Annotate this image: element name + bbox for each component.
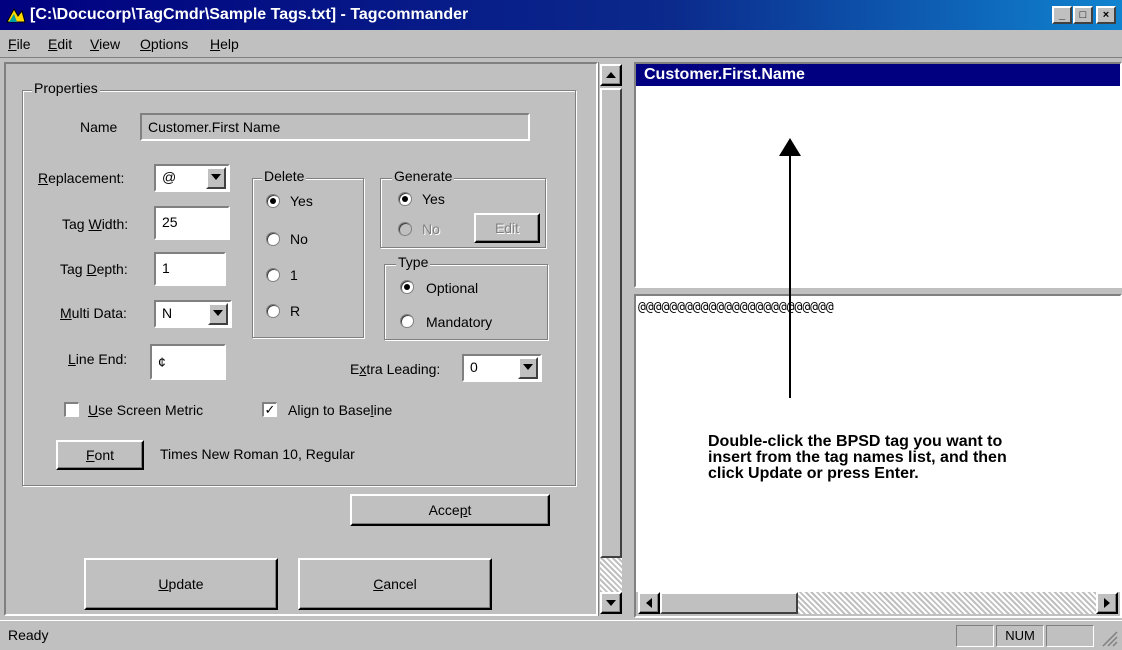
status-text: Ready: [8, 627, 49, 643]
tag-depth-input[interactable]: 1: [154, 252, 226, 286]
arrow-left-icon: [646, 598, 652, 608]
update-button[interactable]: Update: [84, 558, 278, 610]
menu-edit[interactable]: Edit: [48, 36, 72, 52]
close-button[interactable]: ×: [1096, 6, 1116, 24]
type-group-label: Type: [396, 254, 431, 270]
replacement-dropdown-arrow-icon[interactable]: [206, 167, 226, 189]
delete-r-label: R: [290, 303, 301, 319]
tag-width-value: 25: [162, 214, 178, 230]
instruction-callout: Double-click the BPSD tag you want to in…: [708, 433, 1007, 482]
generate-group-label: Generate: [392, 168, 455, 184]
menu-options[interactable]: Options: [140, 36, 188, 52]
line-end-value: ¢: [158, 354, 166, 370]
generate-no-label: No: [422, 221, 440, 237]
menu-view[interactable]: View: [90, 36, 120, 52]
window-title: [C:\Docucorp\TagCmdr\Sample Tags.txt] - …: [30, 6, 469, 23]
form-scroll-thumb[interactable]: [600, 88, 622, 558]
delete-r-radio[interactable]: [266, 304, 280, 318]
properties-group-label: Properties: [32, 80, 100, 96]
name-value: Customer.First Name: [148, 119, 281, 135]
line-end-label: Line End:: [68, 351, 128, 367]
multi-data-dropdown-arrow-icon[interactable]: [208, 303, 228, 325]
maximize-button[interactable]: □: [1073, 6, 1093, 24]
tag-names-list[interactable]: Customer.First.Name: [634, 62, 1122, 288]
tag-depth-label: Tag Depth:: [60, 261, 128, 277]
extra-leading-dropdown-arrow-icon[interactable]: [518, 357, 538, 379]
align-to-baseline-label: Align to Baseline: [288, 402, 393, 418]
scroll-up-button[interactable]: [600, 64, 622, 86]
minimize-button[interactable]: _: [1052, 6, 1072, 24]
extra-leading-label: Extra Leading:: [350, 361, 441, 377]
generate-edit-button[interactable]: Edit: [474, 213, 540, 243]
name-field[interactable]: Customer.First Name: [140, 113, 530, 141]
type-mandatory-label: Mandatory: [426, 314, 493, 330]
menu-bar: File Edit View Options Help: [0, 30, 1122, 58]
preview-scroll-track[interactable]: [798, 592, 1096, 614]
delete-group-label: Delete: [262, 168, 307, 184]
menu-help[interactable]: Help: [210, 36, 239, 52]
use-screen-metric-checkbox[interactable]: [64, 402, 79, 417]
accept-button[interactable]: Accept: [350, 494, 550, 526]
name-label: Name: [80, 119, 118, 135]
replacement-label: Replacement:: [38, 170, 125, 186]
status-panel-blank: [956, 625, 994, 647]
delete-1-radio[interactable]: [266, 268, 280, 282]
font-button[interactable]: Font: [56, 440, 144, 470]
app-icon: [6, 6, 26, 24]
use-screen-metric-label: Use Screen Metric: [88, 402, 204, 418]
tag-names-selected-item[interactable]: Customer.First.Name: [636, 64, 1120, 86]
arrow-right-icon: [1104, 598, 1110, 608]
cancel-button[interactable]: Cancel: [298, 558, 492, 610]
multi-data-label: Multi Data:: [60, 305, 127, 321]
type-mandatory-radio[interactable]: [400, 314, 414, 328]
preview-scroll-thumb[interactable]: [660, 592, 798, 614]
delete-yes-label: Yes: [290, 193, 313, 209]
num-lock-indicator: NUM: [996, 625, 1044, 647]
type-optional-label: Optional: [426, 280, 479, 296]
tag-width-input[interactable]: 25: [154, 206, 230, 240]
line-end-input[interactable]: ¢: [150, 344, 226, 380]
extra-leading-value: 0: [470, 359, 478, 375]
arrow-down-icon: [606, 600, 616, 606]
annotation-arrow-icon: [779, 138, 801, 398]
scroll-left-button[interactable]: [638, 592, 660, 614]
title-bar: [C:\Docucorp\TagCmdr\Sample Tags.txt] - …: [0, 0, 1122, 30]
delete-yes-radio[interactable]: [266, 194, 280, 208]
generate-no-radio[interactable]: [398, 222, 412, 236]
status-bar: Ready NUM: [0, 620, 1122, 650]
delete-no-radio[interactable]: [266, 232, 280, 246]
align-to-baseline-checkbox[interactable]: ✓: [262, 402, 277, 417]
generate-yes-radio[interactable]: [398, 192, 412, 206]
menu-file[interactable]: File: [8, 36, 31, 52]
multi-data-value: N: [162, 305, 173, 321]
type-optional-radio[interactable]: [400, 280, 414, 294]
scroll-down-button[interactable]: [600, 592, 622, 614]
arrow-up-icon: [606, 72, 616, 78]
form-scroll-track[interactable]: [600, 558, 622, 592]
tag-preview-string: @@@@@@@@@@@@@@@@@@@@@@@@@: [638, 300, 834, 315]
tag-width-label: Tag Width:: [62, 216, 129, 232]
font-value: Times New Roman 10, Regular: [160, 446, 355, 462]
tag-depth-value: 1: [162, 260, 170, 276]
scroll-right-button[interactable]: [1096, 592, 1118, 614]
resize-grip-icon[interactable]: [1100, 629, 1118, 647]
status-panel-scroll: [1046, 625, 1094, 647]
replacement-value: @: [162, 169, 177, 185]
generate-yes-label: Yes: [422, 191, 445, 207]
delete-1-label: 1: [290, 267, 298, 283]
delete-no-label: No: [290, 231, 308, 247]
